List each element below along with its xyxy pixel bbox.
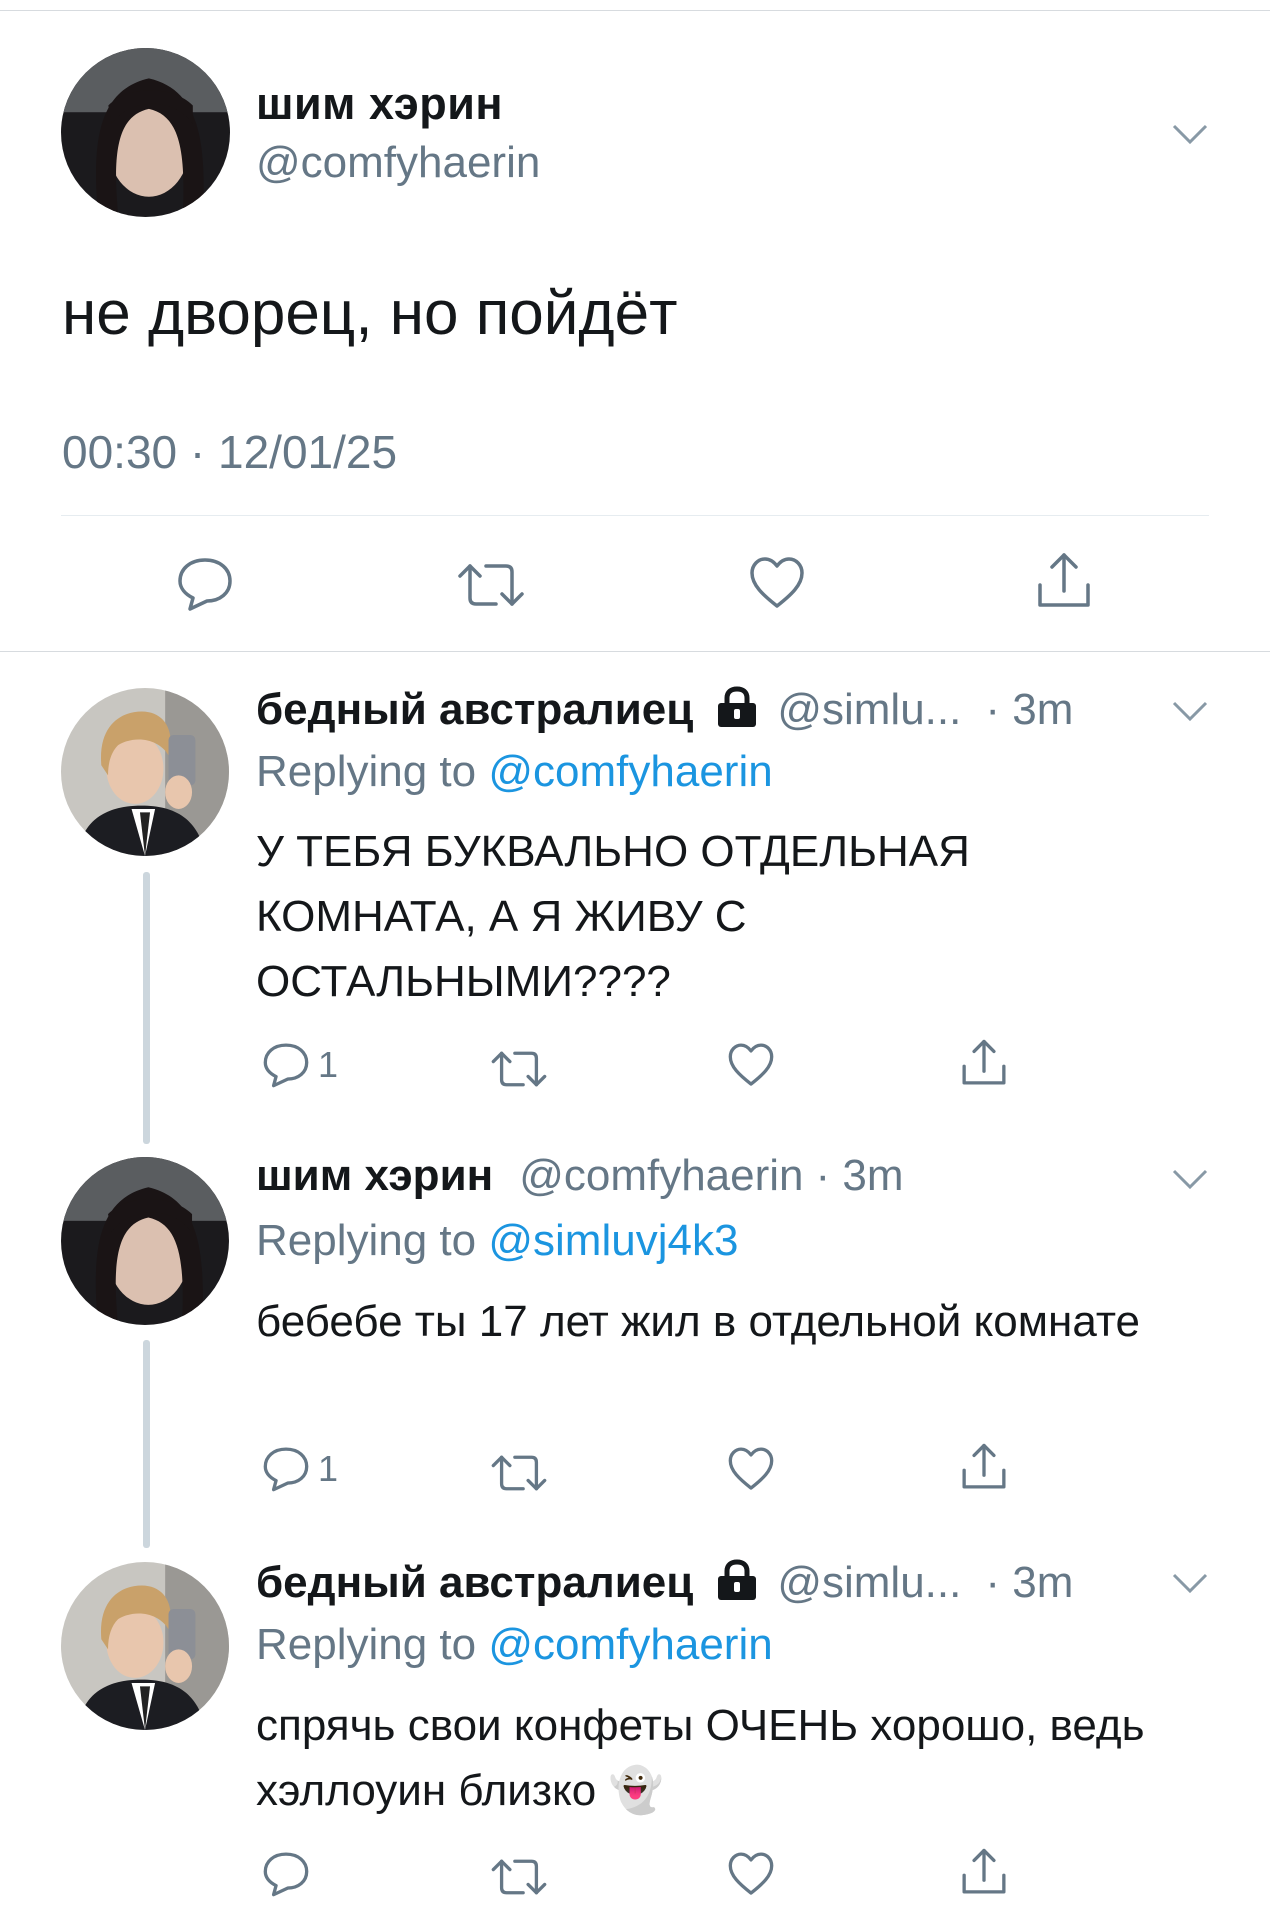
reply-button[interactable] bbox=[262, 1850, 310, 1898]
avatar[interactable] bbox=[61, 1562, 229, 1730]
reply-icon bbox=[178, 558, 232, 611]
replying-prefix: Replying to bbox=[256, 1216, 489, 1265]
retweet-button[interactable] bbox=[490, 1048, 548, 1090]
top-divider bbox=[0, 10, 1270, 11]
reply-time: · 3m bbox=[985, 685, 1074, 734]
like-button[interactable] bbox=[748, 556, 806, 610]
author-name[interactable]: бедный австралиец bbox=[256, 1558, 693, 1608]
reply-text: У ТЕБЯ БУКВАЛЬНО ОТДЕЛЬНАЯ КОМНАТА, А Я … bbox=[256, 827, 970, 1006]
reply-icon bbox=[263, 1447, 309, 1492]
replying-prefix: Replying to bbox=[256, 1620, 489, 1669]
avatar[interactable] bbox=[61, 688, 229, 856]
reply-icon bbox=[263, 1043, 309, 1088]
retweet-button[interactable] bbox=[490, 1452, 548, 1494]
replying-to: Replying to @simluvj4k3 bbox=[256, 1216, 738, 1266]
author-name[interactable]: бедный австралиец bbox=[256, 685, 693, 735]
replying-to-handle[interactable]: @comfyhaerin bbox=[488, 1620, 772, 1669]
tweet-text: не дворец, но пойдёт bbox=[62, 279, 678, 348]
chevron-down-icon[interactable] bbox=[1172, 1572, 1208, 1594]
reply-button[interactable]: 1 bbox=[262, 1445, 338, 1493]
share-icon bbox=[962, 1848, 1006, 1894]
replying-to-handle[interactable]: @simluvj4k3 bbox=[488, 1216, 738, 1265]
retweet-icon bbox=[491, 1051, 547, 1087]
lock-icon bbox=[718, 686, 757, 727]
share-icon bbox=[962, 1443, 1006, 1489]
heart-icon bbox=[728, 1852, 774, 1895]
thread-line bbox=[143, 1340, 150, 1548]
author-name[interactable]: шим хэрин bbox=[256, 78, 503, 130]
chevron-down-icon[interactable] bbox=[1172, 123, 1208, 145]
chevron-down-icon[interactable] bbox=[1172, 1168, 1208, 1190]
retweet-icon bbox=[491, 1455, 547, 1491]
share-icon bbox=[962, 1039, 1006, 1085]
reply-text: бебебе ты 17 лет жил в отдельной комнате bbox=[256, 1297, 1140, 1346]
share-icon bbox=[1038, 553, 1090, 607]
author-name[interactable]: шим хэрин bbox=[256, 1151, 493, 1201]
reply-time: · 3m bbox=[815, 1151, 904, 1200]
heart-icon bbox=[728, 1447, 774, 1490]
retweet-button[interactable] bbox=[490, 1856, 548, 1898]
reply-icon bbox=[263, 1852, 309, 1897]
reply-count: 1 bbox=[318, 1448, 339, 1489]
reply-count: 1 bbox=[318, 1044, 339, 1085]
thread-line bbox=[143, 872, 150, 1144]
replying-to: Replying to @comfyhaerin bbox=[256, 747, 773, 797]
divider bbox=[61, 515, 1209, 516]
reply-time: · 3m bbox=[985, 1558, 1074, 1607]
heart-icon bbox=[750, 557, 804, 608]
retweet-icon bbox=[458, 564, 524, 606]
avatar[interactable] bbox=[61, 48, 230, 217]
like-button[interactable] bbox=[727, 1446, 775, 1492]
share-button[interactable] bbox=[960, 1847, 1008, 1897]
tweet-timestamp: 00:30 · 12/01/25 bbox=[62, 426, 398, 478]
replying-to-handle[interactable]: @comfyhaerin bbox=[488, 747, 772, 796]
share-button[interactable] bbox=[1035, 551, 1093, 611]
lock-icon bbox=[718, 1559, 757, 1600]
reply-button[interactable] bbox=[176, 556, 234, 612]
author-handle[interactable]: @simlu... bbox=[777, 685, 961, 735]
retweet-icon bbox=[491, 1859, 547, 1895]
share-button[interactable] bbox=[960, 1038, 1008, 1088]
like-button[interactable] bbox=[727, 1851, 775, 1897]
retweet-button[interactable] bbox=[456, 560, 526, 610]
reply-text: спрячь свои конфеты ОЧЕНЬ хорошо, ведь х… bbox=[256, 1701, 1145, 1815]
avatar[interactable] bbox=[61, 1157, 229, 1325]
replying-to: Replying to @comfyhaerin bbox=[256, 1620, 773, 1670]
replying-prefix: Replying to bbox=[256, 747, 489, 796]
like-button[interactable] bbox=[727, 1042, 775, 1088]
heart-icon bbox=[728, 1043, 774, 1086]
author-handle[interactable]: @simlu... bbox=[777, 1558, 961, 1608]
share-button[interactable] bbox=[960, 1442, 1008, 1492]
section-divider bbox=[0, 651, 1270, 652]
reply-button[interactable]: 1 bbox=[262, 1041, 338, 1089]
author-handle[interactable]: @comfyhaerin bbox=[519, 1151, 803, 1201]
chevron-down-icon[interactable] bbox=[1172, 700, 1208, 722]
author-handle[interactable]: @comfyhaerin bbox=[256, 138, 540, 188]
